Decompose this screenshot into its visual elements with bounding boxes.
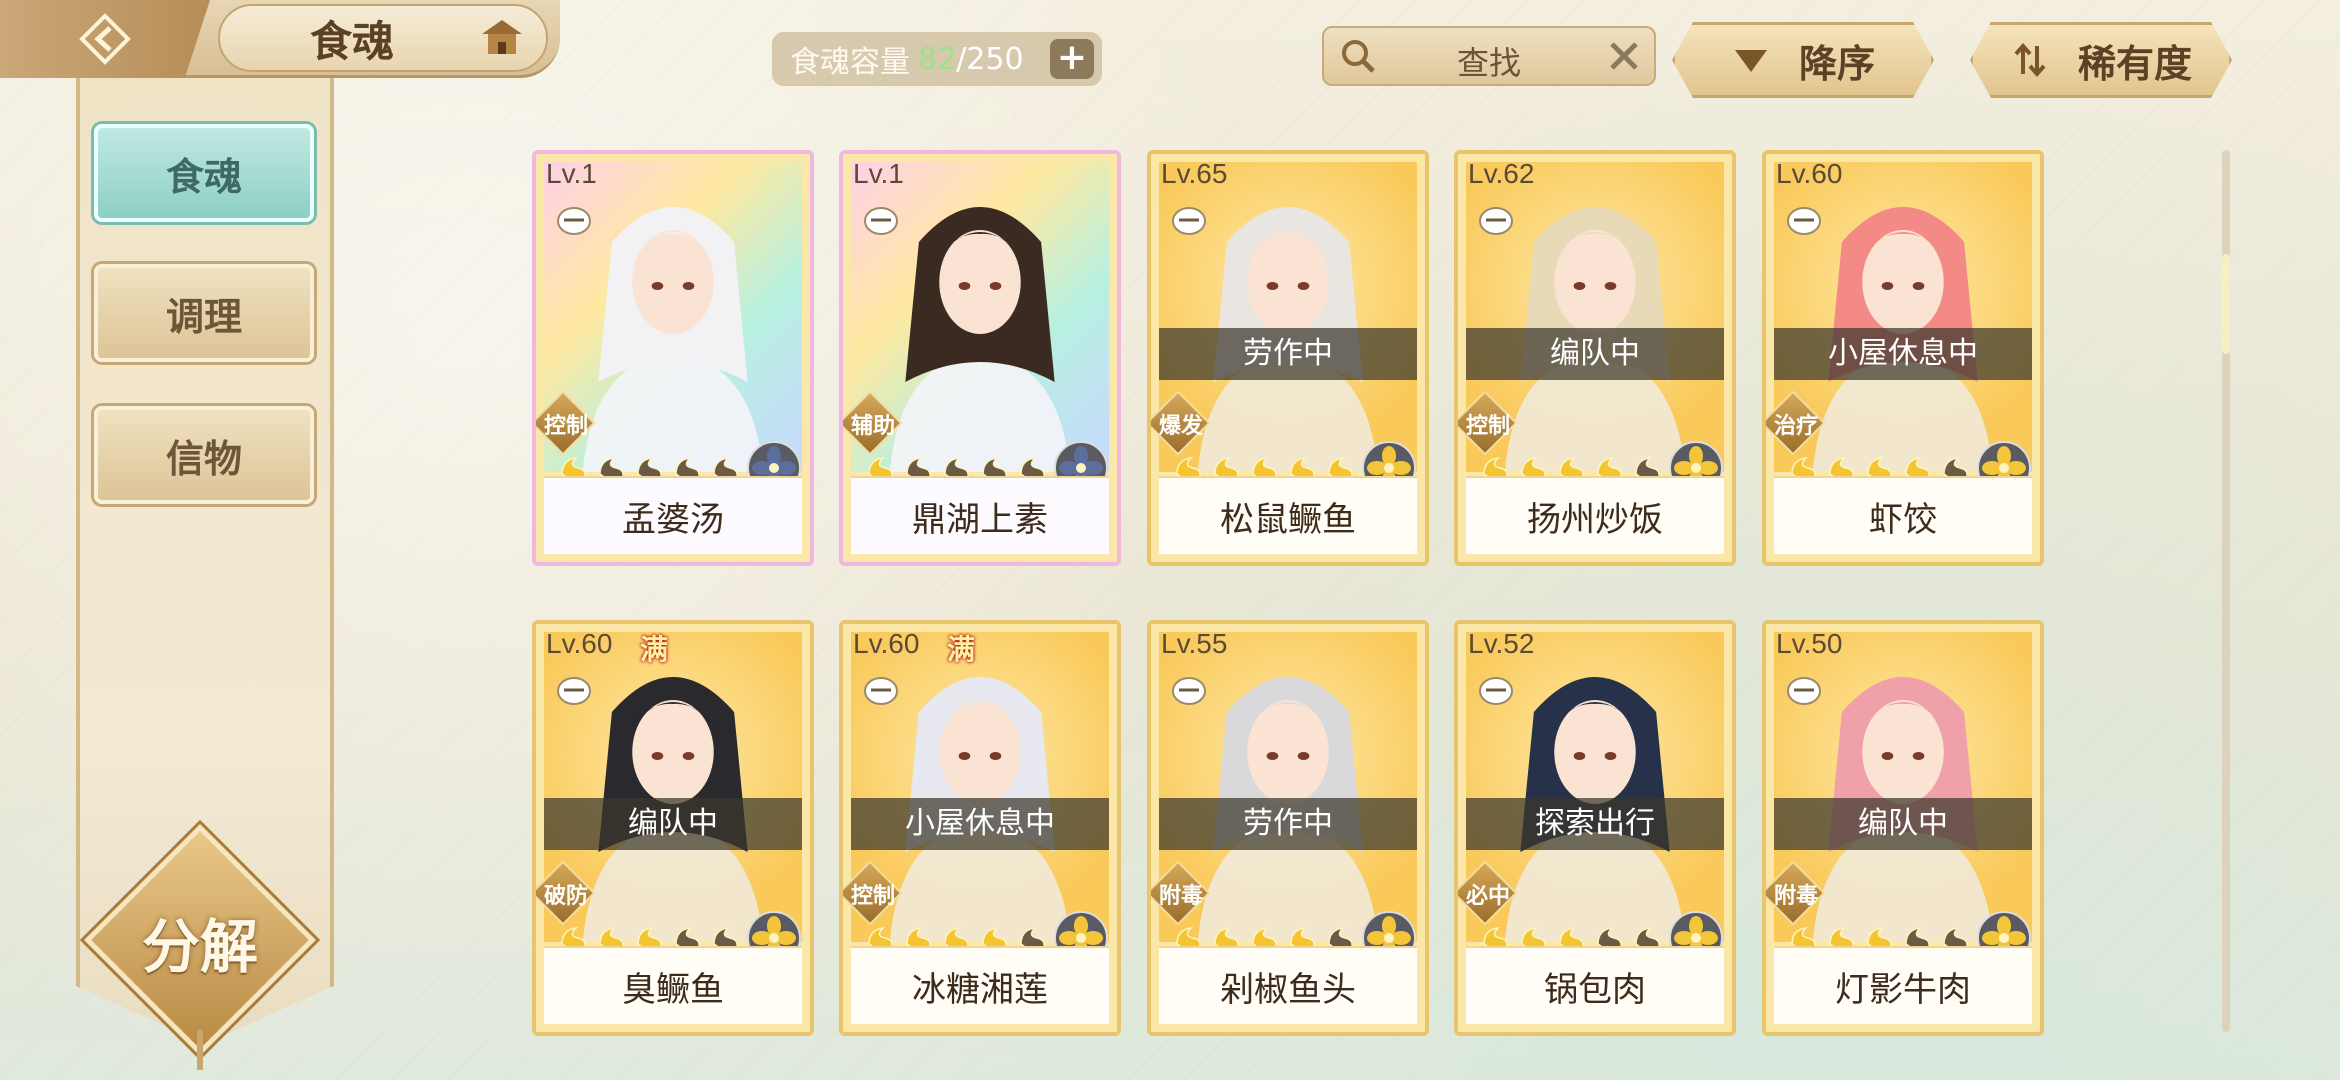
role-label: 附毒: [1158, 884, 1203, 909]
tassel-ornament: [197, 1030, 203, 1070]
bowl-icon: [1479, 207, 1513, 235]
bowl-icon: [557, 677, 591, 705]
bowl-icon: [1172, 207, 1206, 235]
capacity-max: 250: [966, 41, 1024, 77]
back-arrow-icon: [79, 13, 131, 65]
decompose-label: 分解: [141, 913, 258, 981]
bowl-icon: [1787, 677, 1821, 705]
card-level: Lv.52: [1468, 628, 1535, 659]
role-badge: 爆发: [1151, 390, 1211, 456]
food-soul-card[interactable]: Lv.60 小屋休息中治疗虾饺: [1762, 150, 2044, 566]
sort-order-label: 降序: [1798, 41, 1875, 86]
card-name: 孟婆汤: [544, 476, 802, 554]
card-level: Lv.55: [1161, 628, 1228, 659]
role-badge: 控制: [843, 860, 903, 926]
page-title-pill: 食魂: [218, 4, 548, 72]
scrollbar-thumb[interactable]: [2222, 254, 2230, 354]
expand-capacity-button[interactable]: +: [1050, 39, 1094, 79]
food-soul-card[interactable]: Lv.50 编队中附毒灯影牛肉: [1762, 620, 2044, 1036]
role-badge: 辅助: [843, 390, 903, 456]
sort-arrows-icon: [2014, 42, 2046, 78]
capacity-label: 食魂容量: [790, 45, 910, 80]
status-banner: 编队中: [1466, 328, 1724, 380]
role-label: 辅助: [850, 414, 895, 439]
role-badge: 附毒: [1766, 860, 1826, 926]
food-soul-card[interactable]: Lv.1 控制孟婆汤: [532, 150, 814, 566]
food-soul-card[interactable]: Lv.62 编队中控制扬州炒饭: [1454, 150, 1736, 566]
status-banner: 编队中: [1774, 798, 2032, 850]
card-level: Lv.1: [853, 158, 904, 189]
card-name: 锅包肉: [1466, 946, 1724, 1024]
bowl-icon: [1172, 677, 1206, 705]
bowl-icon: [1479, 677, 1513, 705]
card-name: 剁椒鱼头: [1159, 946, 1417, 1024]
search-placeholder: 查找: [1456, 44, 1521, 82]
role-badge: 破防: [536, 860, 596, 926]
food-soul-card[interactable]: Lv.1 辅助鼎湖上素: [839, 150, 1121, 566]
sort-by-label: 稀有度: [2077, 41, 2192, 86]
status-banner: 小屋休息中: [851, 798, 1109, 850]
card-name: 灯影牛肉: [1774, 946, 2032, 1024]
card-level: Lv.1: [546, 158, 597, 189]
status-banner: 小屋休息中: [1774, 328, 2032, 380]
search-input[interactable]: 查找: [1322, 26, 1656, 86]
sort-by-button[interactable]: 稀有度: [1970, 22, 2232, 98]
card-name: 冰糖湘莲: [851, 946, 1109, 1024]
bowl-icon: [1787, 207, 1821, 235]
bowl-icon: [864, 677, 898, 705]
max-bond-badge: 满: [946, 633, 975, 666]
max-bond-badge: 满: [639, 633, 668, 666]
card-name: 鼎湖上素: [851, 476, 1109, 554]
role-label: 破防: [543, 884, 588, 909]
role-badge: 附毒: [1151, 860, 1211, 926]
sort-order-button[interactable]: 降序: [1672, 22, 1934, 98]
role-label: 控制: [1465, 414, 1510, 439]
role-badge: 控制: [1458, 390, 1518, 456]
card-name: 臭鳜鱼: [544, 946, 802, 1024]
tab-conditioning[interactable]: 调理: [94, 264, 314, 362]
food-soul-card[interactable]: Lv.60 满小屋休息中控制冰糖湘莲: [839, 620, 1121, 1036]
bowl-icon: [864, 207, 898, 235]
tab-food-souls[interactable]: 食魂: [94, 124, 314, 222]
status-banner: 劳作中: [1159, 328, 1417, 380]
tab-tokens[interactable]: 信物: [94, 406, 314, 504]
card-level: Lv.65: [1161, 158, 1228, 189]
role-badge: 控制: [536, 390, 596, 456]
status-banner: 劳作中: [1159, 798, 1417, 850]
card-name: 扬州炒饭: [1466, 476, 1724, 554]
capacity-counter: 食魂容量 82 / 250 +: [772, 32, 1102, 86]
status-banner: 探索出行: [1466, 798, 1724, 850]
food-soul-card[interactable]: Lv.65 劳作中爆发松鼠鳜鱼: [1147, 150, 1429, 566]
card-level: Lv.60: [853, 628, 920, 659]
page-title: 食魂: [310, 16, 395, 66]
role-badge: 治疗: [1766, 390, 1826, 456]
bowl-icon: [557, 207, 591, 235]
food-soul-card[interactable]: Lv.55 劳作中附毒剁椒鱼头: [1147, 620, 1429, 1036]
card-level: Lv.50: [1776, 628, 1843, 659]
capacity-separator: /: [956, 41, 967, 77]
card-level: Lv.60: [1776, 158, 1843, 189]
role-label: 治疗: [1773, 414, 1818, 439]
triangle-down-icon: [1734, 50, 1767, 72]
role-label: 控制: [543, 414, 588, 439]
role-label: 必中: [1465, 884, 1510, 909]
status-banner: 编队中: [544, 798, 802, 850]
role-label: 爆发: [1158, 414, 1203, 439]
role-label: 附毒: [1773, 884, 1818, 909]
card-name: 虾饺: [1774, 476, 2032, 554]
back-button[interactable]: [0, 0, 210, 78]
card-name: 松鼠鳜鱼: [1159, 476, 1417, 554]
role-label: 控制: [850, 884, 895, 909]
card-level: Lv.60: [546, 628, 613, 659]
food-soul-card[interactable]: Lv.60 满编队中破防臭鳜鱼: [532, 620, 814, 1036]
capacity-current: 82: [918, 41, 957, 77]
card-level: Lv.62: [1468, 158, 1535, 189]
food-soul-card[interactable]: Lv.52 探索出行必中锅包肉: [1454, 620, 1736, 1036]
clear-icon[interactable]: [1606, 38, 1642, 74]
role-badge: 必中: [1458, 860, 1518, 926]
restaurant-home-icon[interactable]: [478, 16, 526, 60]
